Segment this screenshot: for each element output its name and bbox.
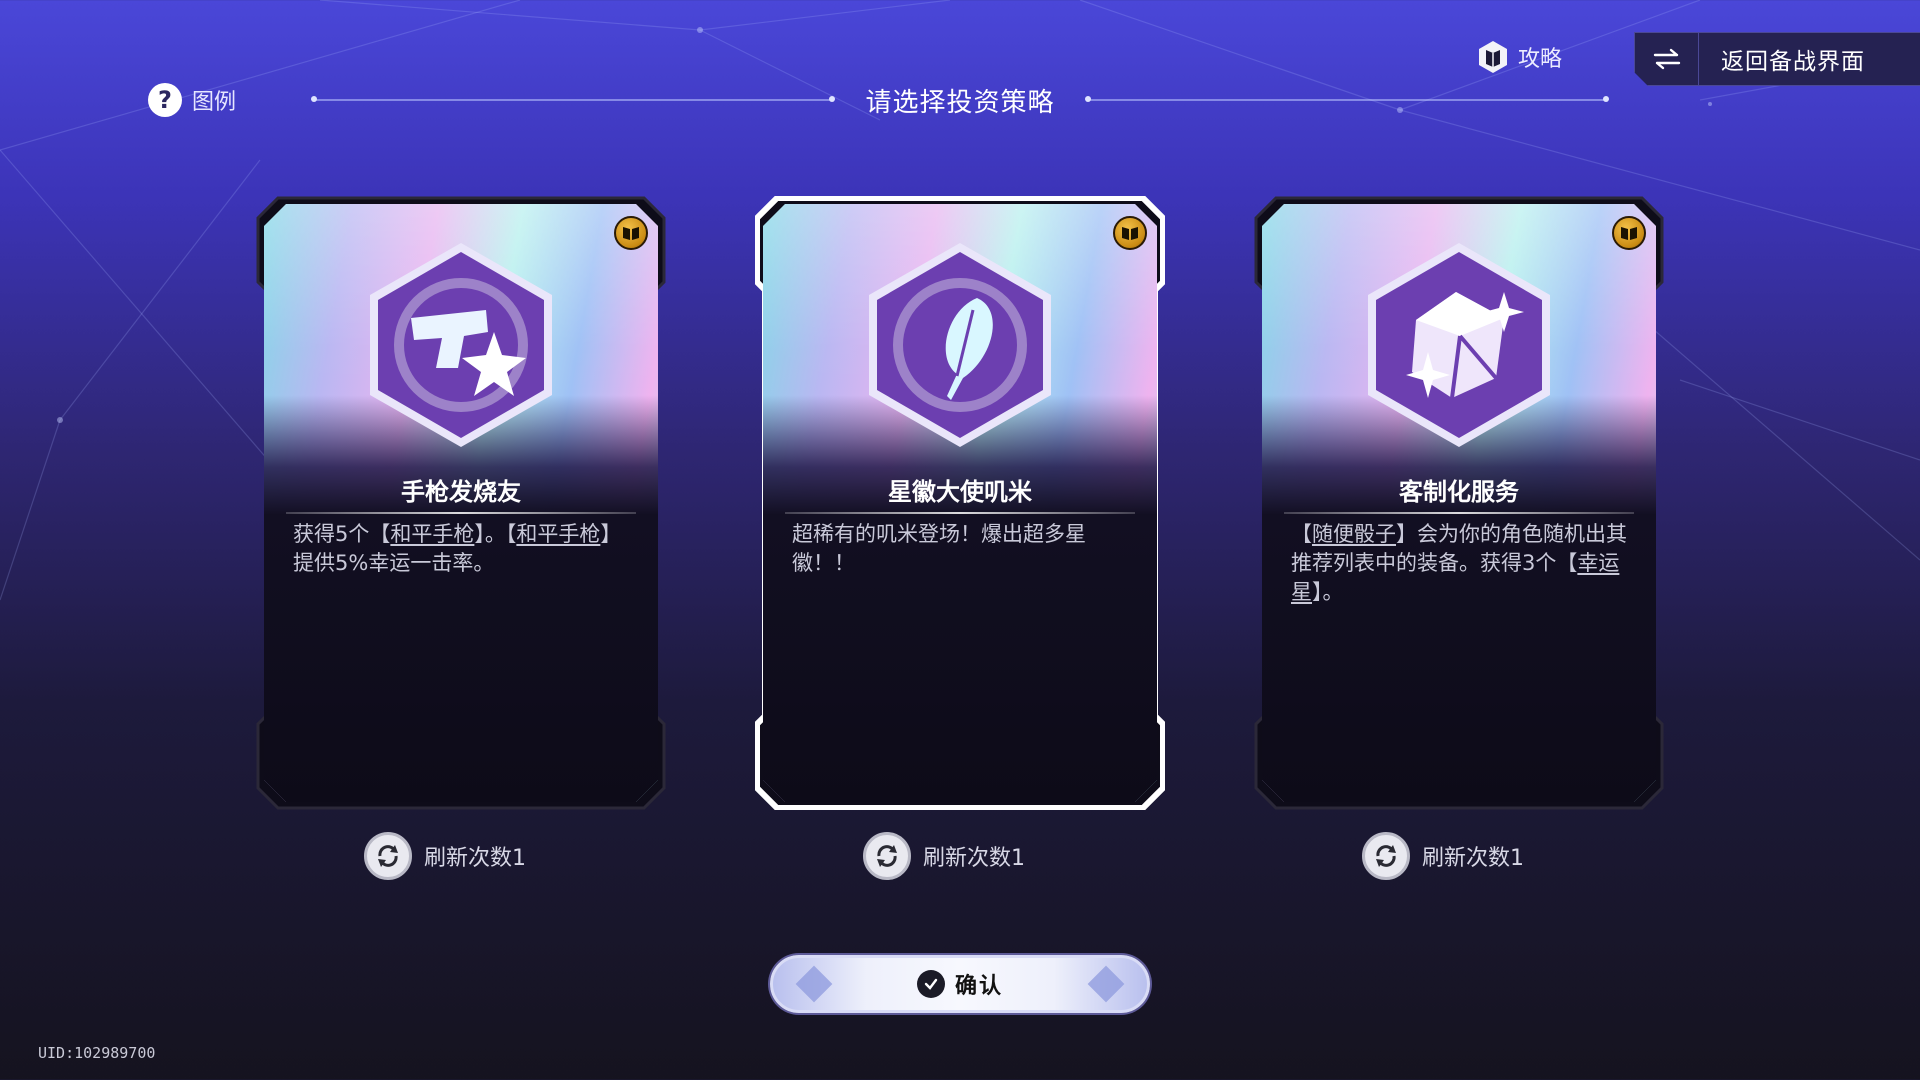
card-title: 客制化服务 [1399,478,1519,506]
strategy-card-3[interactable]: 客制化服务 【随便骰子】会为你的角色随机出其推荐列表中的装备。获得3个【幸运星】… [1254,196,1664,810]
card-title: 星徽大使叽米 [888,478,1032,506]
card-description: 获得5个【和平手枪】。【和平手枪】提供5%幸运一击率。 [293,522,622,575]
question-icon: ? [148,83,182,117]
decor-diamond [795,965,833,1003]
divider-dot [311,96,317,102]
divider-dot [1603,96,1609,102]
refresh-count-label: 刷新次数1 [923,846,1025,871]
card-title: 手枪发烧友 [401,478,521,506]
strategy-card-2[interactable]: 星徽大使叽米 超稀有的叽米登场！爆出超多星徽！！ [755,196,1165,810]
refresh-count-label: 刷新次数1 [1422,846,1524,871]
back-label: 返回备战界面 [1721,49,1865,75]
legend-button[interactable]: ? 图例 [148,83,236,117]
guide-book-badge-icon[interactable] [614,216,648,250]
decor-diamond [1087,965,1125,1003]
page-title: 请选择投资策略 [865,88,1055,118]
item-link-peace-pistol[interactable]: 和平手枪 [390,522,474,546]
divider-dot [829,96,835,102]
refresh-icon [364,832,412,880]
card-description: 超稀有的叽米登场！爆出超多星徽！！ [792,522,1086,575]
refresh-icon [1362,832,1410,880]
refresh-card-2-button[interactable]: 刷新次数1 [863,832,1025,880]
pistol-star-icon [370,243,552,447]
guide-label: 攻略 [1518,47,1563,72]
card-divider [1284,512,1634,514]
legend-label: 图例 [192,90,237,115]
refresh-card-1-button[interactable]: 刷新次数1 [364,832,526,880]
swap-arrows-icon [1635,33,1699,85]
card-description: 【随便骰子】会为你的角色随机出其推荐列表中的装备。获得3个【幸运星】。 [1291,522,1627,604]
back-to-prep-button[interactable]: 返回备战界面 [1634,32,1920,86]
refresh-icon [863,832,911,880]
guide-book-badge-icon[interactable] [1113,216,1147,250]
dice-sparkle-icon [1368,243,1550,447]
feather-emblem-icon [869,243,1051,447]
item-link-peace-pistol[interactable]: 和平手枪 [516,522,600,546]
title-divider-left [314,99,832,101]
refresh-count-label: 刷新次数1 [424,846,526,871]
card-divider [785,512,1135,514]
item-link-random-dice[interactable]: 随便骰子 [1312,522,1396,546]
refresh-card-3-button[interactable]: 刷新次数1 [1362,832,1524,880]
strategy-card-1[interactable]: 手枪发烧友 获得5个【和平手枪】。【和平手枪】提供5%幸运一击率。 [256,196,666,810]
confirm-label: 确认 [954,974,1003,999]
check-icon [916,970,945,998]
title-divider-right [1088,99,1606,101]
user-id-label: UID:102989700 [38,1044,156,1062]
guide-book-badge-icon[interactable] [1612,216,1646,250]
confirm-button[interactable]: 确认 [770,955,1150,1013]
card-divider [286,512,636,514]
divider-dot [1085,96,1091,102]
guide-button[interactable]: 攻略 [1478,40,1562,74]
guide-book-icon [1479,41,1507,73]
